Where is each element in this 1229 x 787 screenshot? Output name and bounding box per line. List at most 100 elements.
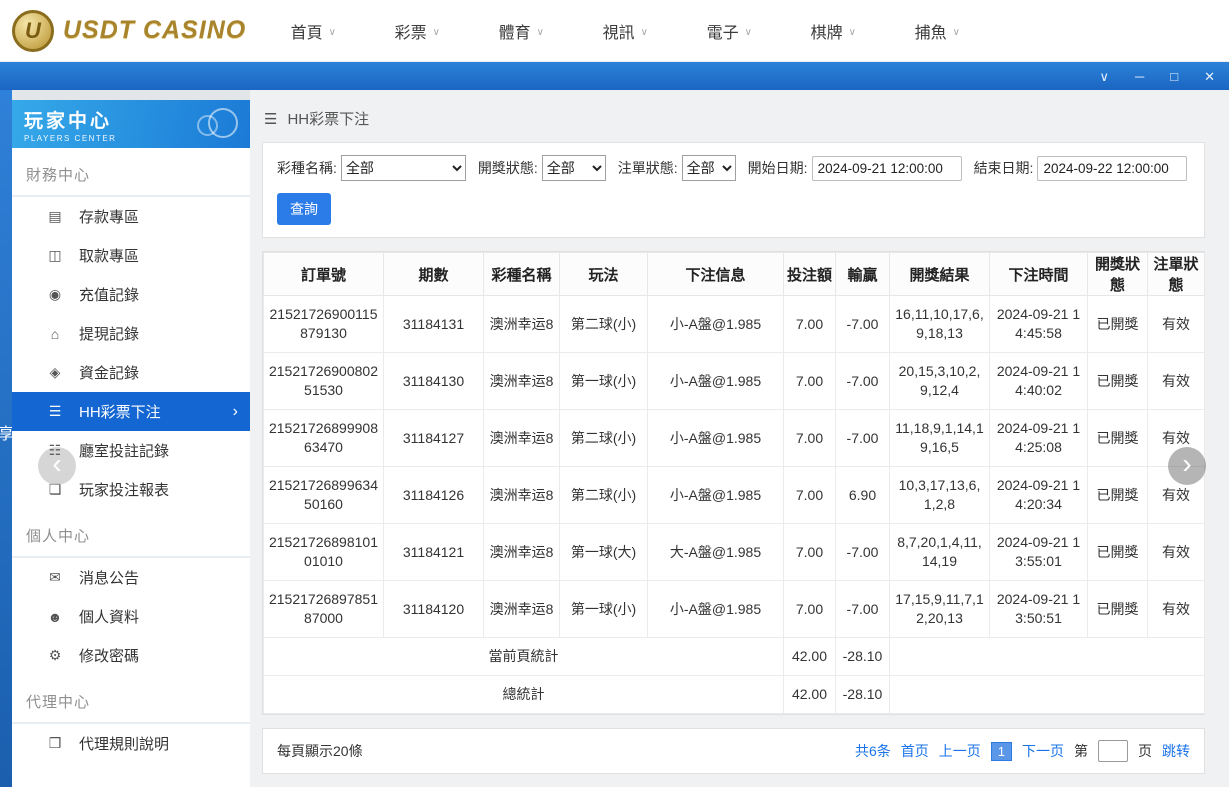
nav-item-sports[interactable]: 體育 ∨	[469, 0, 573, 62]
cell-draw_result: 17,15,9,11,7,12,20,13	[889, 580, 990, 638]
draw-status-select[interactable]: 全部	[541, 155, 606, 181]
nav-item-fishing[interactable]: 捕魚 ∨	[885, 0, 989, 62]
nav-item-label: 捕魚	[914, 24, 947, 42]
column-header-win_loss: 輸贏	[835, 252, 890, 296]
lottery-bets-icon: ☰	[48, 403, 62, 419]
background-page-strip: 享	[0, 90, 12, 787]
next-page-link[interactable]: 下一页	[1022, 741, 1064, 761]
agent-rules-icon: ❒	[48, 735, 62, 751]
current-page[interactable]: 1	[990, 741, 1012, 761]
cell-period: 31184127	[383, 409, 484, 467]
jump-button[interactable]: 跳转	[1162, 741, 1190, 761]
sidebar-item-deposit-area[interactable]: ▤ 存款專區	[12, 197, 250, 236]
search-button[interactable]: 查詢	[277, 193, 331, 225]
nav-item-lottery[interactable]: 彩票 ∨	[365, 0, 469, 62]
cell-draw_status: 已開獎	[1087, 295, 1148, 353]
chevron-down-icon: ∨	[536, 26, 544, 38]
nav-item-home[interactable]: 首頁 ∨	[261, 0, 365, 62]
column-header-bet_amount: 投注額	[783, 252, 836, 296]
sidebar-item-withdrawal-records[interactable]: ⌂ 提現記錄	[12, 314, 250, 353]
table-body: 21521726900115879130 31184131 澳洲幸运8 第二球(小) 小…	[263, 295, 1205, 714]
logo[interactable]: U USDT CASINO	[12, 9, 246, 52]
summary-label: 總統計	[263, 675, 784, 714]
chevron-down-icon: ∨	[328, 26, 336, 38]
bets-table-card: 訂單號 期數 彩種名稱 玩法 下注信息 投注額 輸贏 開獎結果 下注時間 開獎狀態 注單狀態 215…	[262, 251, 1205, 715]
cell-period: 31184131	[383, 295, 484, 353]
sidebar-item-label: 資金記錄	[79, 365, 140, 382]
sidebar-item-withdraw-area[interactable]: ◫ 取款專區	[12, 236, 250, 275]
window-collapse-icon[interactable]: ∨	[1100, 70, 1110, 83]
sidebar-item-funds-records[interactable]: ◈ 資金記錄	[12, 353, 250, 392]
first-page-link[interactable]: 首页	[901, 741, 929, 761]
cell-order_no: 21521726900115879130	[263, 295, 384, 353]
sidebar-section-label-agent: 代理中心	[12, 691, 250, 724]
cell-order_status: 有效	[1147, 352, 1205, 410]
sidebar-item-label: HH彩票下注	[79, 404, 161, 421]
window-close-icon[interactable]: ✕	[1204, 70, 1215, 83]
filter-row: 彩種名稱: 全部 開獎狀態: 全部 注單狀態: 全部 開始日期: 結束日期:	[277, 155, 1192, 181]
cell-draw_result: 8,7,20,1,4,11,14,19	[889, 523, 990, 581]
page-jump-input[interactable]	[1098, 740, 1128, 762]
window-maximize-icon[interactable]: □	[1170, 70, 1178, 83]
menu-toggle-icon[interactable]: ☰	[264, 110, 277, 128]
cell-bet_info: 大-A盤@1.985	[647, 523, 784, 581]
cell-play: 第二球(小)	[559, 409, 648, 467]
window-minimize-icon[interactable]: ─	[1135, 70, 1144, 83]
nav-item-chess[interactable]: 棋牌 ∨	[781, 0, 885, 62]
sidebar-item-hh-lottery-bets[interactable]: ☰ HH彩票下注 ›	[12, 392, 250, 431]
end-date-input[interactable]	[1037, 155, 1188, 181]
column-header-period: 期數	[383, 252, 484, 296]
cell-win_loss: -7.00	[835, 580, 890, 638]
cell-bet_amount: 7.00	[783, 580, 836, 638]
nav-item-video[interactable]: 視訊 ∨	[573, 0, 677, 62]
deposit-icon: ▤	[48, 208, 62, 224]
cell-order_status: 有效	[1147, 295, 1205, 353]
cell-draw_result: 11,18,9,1,14,19,16,5	[889, 409, 990, 467]
cell-play: 第一球(大)	[559, 523, 648, 581]
cell-win_loss: -7.00	[835, 523, 890, 581]
cell-bet_amount: 7.00	[783, 352, 836, 410]
start-date-input[interactable]	[811, 155, 962, 181]
prev-page-link[interactable]: 上一页	[939, 741, 981, 761]
cell-draw_status: 已開獎	[1087, 466, 1148, 524]
carousel-next-button[interactable]: ›	[1168, 447, 1206, 485]
table-header-row: 訂單號 期數 彩種名稱 玩法 下注信息 投注額 輸贏 開獎結果 下注時間 開獎狀態 注單狀態	[263, 252, 1205, 296]
nav-item-label: 體育	[498, 24, 531, 42]
sidebar-item-agent-rules[interactable]: ❒ 代理規則說明	[12, 724, 250, 763]
sidebar-item-change-password[interactable]: ⚙ 修改密碼	[12, 636, 250, 675]
summary-win-loss: -28.10	[835, 675, 890, 714]
carousel-prev-button[interactable]: ‹	[38, 447, 76, 485]
cell-bet_info: 小-A盤@1.985	[647, 580, 784, 638]
sidebar-item-recharge-records[interactable]: ◉ 充值記錄	[12, 275, 250, 314]
start-date-label: 開始日期:	[747, 160, 808, 176]
cell-order_no: 2152172689963450160	[263, 466, 384, 524]
nav-item-label: 彩票	[394, 24, 427, 42]
chevron-left-icon: ‹	[52, 448, 62, 479]
cell-draw_status: 已開獎	[1087, 409, 1148, 467]
screen: U USDT CASINO 首頁 ∨ 彩票 ∨ 體育 ∨ 視訊 ∨ 電子 ∨ 棋牌 ∨ 捕魚 ∨ ∨ ─ …	[0, 0, 1229, 787]
pagination-bar: 每頁顯示20條 共6条 首页 上一页 1 下一页 第 页 跳转	[262, 728, 1205, 774]
page-size-text: 每頁顯示20條	[277, 743, 363, 759]
nav-item-label: 電子	[706, 24, 739, 42]
cell-win_loss: -7.00	[835, 295, 890, 353]
sidebar-item-announcements[interactable]: ✉ 消息公告	[12, 558, 250, 597]
order-status-select[interactable]: 全部	[681, 155, 736, 181]
logo-icon: U	[12, 9, 54, 52]
cell-bet_info: 小-A盤@1.985	[647, 352, 784, 410]
chevron-right-icon: ›	[232, 402, 238, 420]
cell-bet_time: 2024-09-21 14:25:08	[989, 409, 1088, 467]
summary-row: 當前頁統計 42.00 -28.10	[263, 637, 1205, 676]
password-gear-icon: ⚙	[48, 647, 62, 663]
lottery-name-select[interactable]: 全部	[340, 155, 466, 181]
window-titlebar: ∨ ─ □ ✕	[0, 62, 1229, 90]
cell-play: 第二球(小)	[559, 295, 648, 353]
jump-label-prefix: 第	[1074, 743, 1088, 759]
nav-item-electronic[interactable]: 電子 ∨	[677, 0, 781, 62]
chevron-down-icon: ∨	[432, 26, 440, 38]
cell-period: 31184130	[383, 352, 484, 410]
sidebar-item-label: 玩家投注報表	[79, 482, 170, 499]
casino-chip-icon	[197, 108, 238, 138]
sidebar-item-profile[interactable]: ☻ 個人資料	[12, 597, 250, 636]
nav-item-label: 視訊	[602, 24, 635, 42]
cell-period: 31184120	[383, 580, 484, 638]
